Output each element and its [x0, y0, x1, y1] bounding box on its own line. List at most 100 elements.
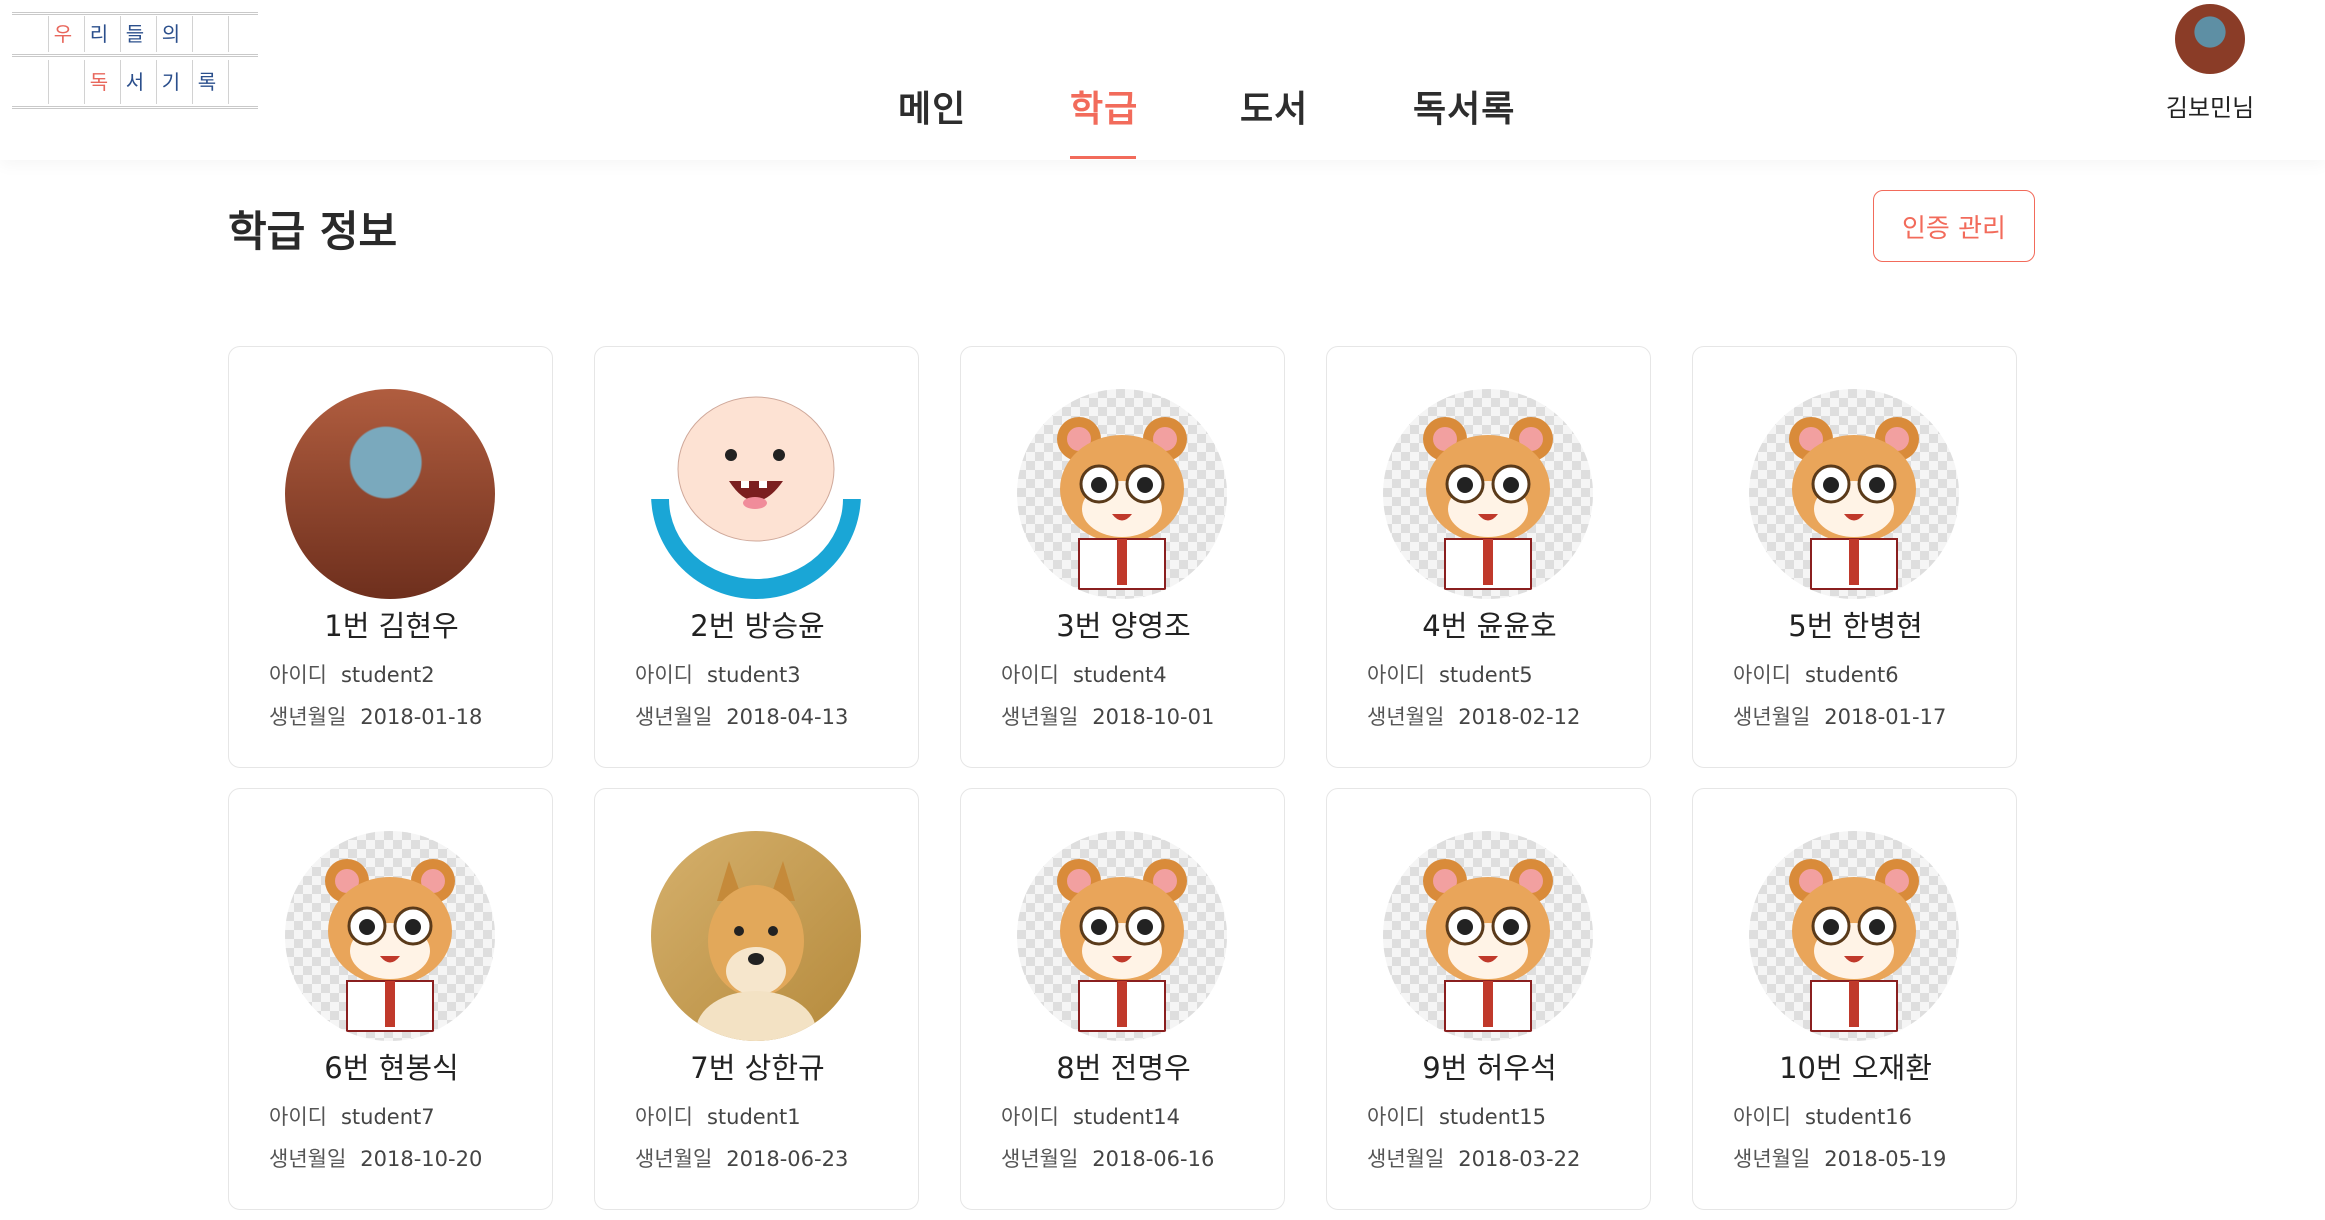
student-birthdate-row: 생년월일 2018-10-01 — [1001, 701, 1214, 731]
birthdate-label: 생년월일 — [269, 1147, 347, 1171]
id-label: 아이디 — [1001, 663, 1059, 687]
student-birthdate: 2018-06-16 — [1092, 1147, 1215, 1171]
student-name: 10번 오재환 — [1779, 1051, 1932, 1085]
student-birthdate-row: 생년월일 2018-02-12 — [1367, 701, 1580, 731]
student-name: 1번 김현우 — [324, 609, 459, 643]
student-name: 8번 전명우 — [1056, 1051, 1191, 1085]
student-birthdate: 2018-01-18 — [360, 705, 483, 729]
nav-item-main[interactable]: 메인 — [898, 80, 966, 132]
student-name: 3번 양영조 — [1056, 609, 1191, 643]
hamster-avatar-icon — [1017, 389, 1227, 599]
hamster-avatar-icon — [1383, 831, 1593, 1041]
student-id: student5 — [1438, 663, 1533, 687]
birthdate-label: 생년월일 — [1001, 1147, 1079, 1171]
student-id-row: 아이디 student2 — [269, 659, 435, 689]
student-birthdate-row: 생년월일 2018-04-13 — [635, 701, 848, 731]
student-card[interactable]: 1번 김현우 아이디 student2 생년월일 2018-01-18 — [228, 346, 553, 768]
student-name: 4번 윤윤호 — [1422, 609, 1557, 643]
student-card[interactable]: 9번 허우석 아이디 student15 생년월일 2018-03-22 — [1326, 788, 1651, 1210]
student-card[interactable]: 10번 오재환 아이디 student16 생년월일 2018-05-19 — [1692, 788, 2017, 1210]
student-birthdate-row: 생년월일 2018-10-20 — [269, 1143, 482, 1173]
luffy-avatar-icon — [285, 389, 495, 599]
student-birthdate-row: 생년월일 2018-06-23 — [635, 1143, 848, 1173]
student-birthdate: 2018-05-19 — [1824, 1147, 1947, 1171]
student-birthdate: 2018-03-22 — [1458, 1147, 1581, 1171]
user-avatar-icon[interactable] — [2175, 4, 2245, 74]
student-id-row: 아이디 student7 — [269, 1101, 435, 1131]
birthdate-label: 생년월일 — [1367, 705, 1445, 729]
hamster-avatar-icon — [1749, 389, 1959, 599]
id-label: 아이디 — [635, 663, 693, 687]
student-card[interactable]: 8번 전명우 아이디 student14 생년월일 2018-06-16 — [960, 788, 1285, 1210]
birthdate-label: 생년월일 — [1001, 705, 1079, 729]
id-label: 아이디 — [1367, 663, 1425, 687]
student-birthdate: 2018-10-01 — [1092, 705, 1215, 729]
student-name: 7번 상한규 — [690, 1051, 825, 1085]
student-birthdate: 2018-06-23 — [726, 1147, 849, 1171]
top-header: 우 리 들 의 독 서 기 록 메인 학급 도서 독서록 김보민님 — [0, 0, 2325, 160]
birthdate-label: 생년월일 — [635, 1147, 713, 1171]
page-title: 학급 정보 — [228, 207, 398, 256]
id-label: 아이디 — [269, 663, 327, 687]
finn-avatar-icon — [651, 389, 861, 599]
birthdate-label: 생년월일 — [1733, 1147, 1811, 1171]
student-birthdate-row: 생년월일 2018-01-17 — [1733, 701, 1946, 731]
nav-item-class[interactable]: 학급 — [1070, 80, 1138, 132]
student-id: student2 — [340, 663, 435, 687]
id-label: 아이디 — [1733, 663, 1791, 687]
student-name: 2번 방승윤 — [690, 609, 825, 643]
nav-active-indicator — [1070, 156, 1136, 159]
birthdate-label: 생년월일 — [1367, 1147, 1445, 1171]
student-id-row: 아이디 student15 — [1367, 1101, 1546, 1131]
student-card[interactable]: 4번 윤윤호 아이디 student5 생년월일 2018-02-12 — [1326, 346, 1651, 768]
id-label: 아이디 — [1367, 1105, 1425, 1129]
student-name: 6번 현봉식 — [324, 1051, 459, 1085]
student-id: student1 — [706, 1105, 801, 1129]
id-label: 아이디 — [269, 1105, 327, 1129]
hamster-avatar-icon — [1749, 831, 1959, 1041]
student-id-row: 아이디 student4 — [1001, 659, 1167, 689]
student-card[interactable]: 7번 상한규 아이디 student1 생년월일 2018-06-23 — [594, 788, 919, 1210]
student-id: student4 — [1072, 663, 1167, 687]
id-label: 아이디 — [635, 1105, 693, 1129]
main-nav: 메인 학급 도서 독서록 — [0, 0, 2325, 160]
student-id-row: 아이디 student16 — [1733, 1101, 1912, 1131]
student-id: student14 — [1072, 1105, 1180, 1129]
student-name: 9번 허우석 — [1422, 1051, 1557, 1085]
student-birthdate-row: 생년월일 2018-05-19 — [1733, 1143, 1946, 1173]
auth-manage-button[interactable]: 인증 관리 — [1873, 190, 2035, 262]
student-birthdate-row: 생년월일 2018-03-22 — [1367, 1143, 1580, 1173]
student-id-row: 아이디 student3 — [635, 659, 801, 689]
student-name: 5번 한병현 — [1788, 609, 1923, 643]
student-id-row: 아이디 student14 — [1001, 1101, 1180, 1131]
nav-item-reading-log[interactable]: 독서록 — [1413, 80, 1515, 132]
student-birthdate-row: 생년월일 2018-01-18 — [269, 701, 482, 731]
doge-avatar-icon — [651, 831, 861, 1041]
hamster-avatar-icon — [1017, 831, 1227, 1041]
student-birthdate-row: 생년월일 2018-06-16 — [1001, 1143, 1214, 1173]
student-birthdate: 2018-01-17 — [1824, 705, 1947, 729]
student-id: student3 — [706, 663, 801, 687]
student-card[interactable]: 6번 현봉식 아이디 student7 생년월일 2018-10-20 — [228, 788, 553, 1210]
student-birthdate: 2018-04-13 — [726, 705, 849, 729]
birthdate-label: 생년월일 — [269, 705, 347, 729]
user-name: 김보민님 — [2165, 94, 2255, 122]
id-label: 아이디 — [1733, 1105, 1791, 1129]
student-birthdate: 2018-10-20 — [360, 1147, 483, 1171]
birthdate-label: 생년월일 — [1733, 705, 1811, 729]
student-id: student6 — [1804, 663, 1899, 687]
nav-item-books[interactable]: 도서 — [1240, 80, 1308, 132]
student-id-row: 아이디 student5 — [1367, 659, 1533, 689]
student-card[interactable]: 5번 한병현 아이디 student6 생년월일 2018-01-17 — [1692, 346, 2017, 768]
student-id: student7 — [340, 1105, 435, 1129]
hamster-avatar-icon — [285, 831, 495, 1041]
birthdate-label: 생년월일 — [635, 705, 713, 729]
student-birthdate: 2018-02-12 — [1458, 705, 1581, 729]
student-id: student16 — [1804, 1105, 1912, 1129]
student-card[interactable]: 2번 방승윤 아이디 student3 생년월일 2018-04-13 — [594, 346, 919, 768]
student-id: student15 — [1438, 1105, 1546, 1129]
user-menu[interactable]: 김보민님 — [2155, 4, 2265, 124]
id-label: 아이디 — [1001, 1105, 1059, 1129]
student-id-row: 아이디 student1 — [635, 1101, 801, 1131]
student-card[interactable]: 3번 양영조 아이디 student4 생년월일 2018-10-01 — [960, 346, 1285, 768]
